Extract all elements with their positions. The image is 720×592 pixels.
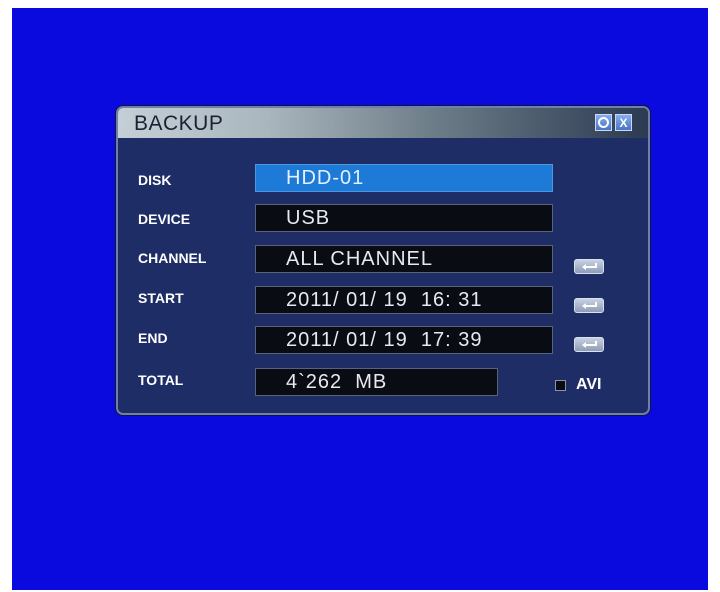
avi-checkbox[interactable]	[555, 380, 566, 391]
title-bar: BACKUP X	[118, 108, 648, 138]
enter-icon	[582, 302, 597, 309]
channel-enter-button[interactable]	[574, 259, 604, 274]
device-select[interactable]: USB	[255, 204, 553, 232]
end-label: END	[138, 330, 168, 346]
close-button[interactable]: X	[615, 114, 632, 131]
screen-background: BACKUP X DISK HDD-01 DEVICE USB CHANNEL …	[12, 8, 708, 590]
home-button[interactable]	[595, 114, 612, 131]
channel-label: CHANNEL	[138, 250, 207, 266]
enter-icon	[582, 263, 597, 270]
dialog-title: BACKUP	[134, 112, 224, 135]
device-label: DEVICE	[138, 211, 191, 227]
disk-label: DISK	[138, 172, 172, 188]
backup-dialog: BACKUP X DISK HDD-01 DEVICE USB CHANNEL …	[116, 106, 650, 415]
total-size-field: 4`262 MB	[255, 368, 498, 396]
avi-label: AVI	[576, 376, 602, 393]
start-label: START	[138, 290, 184, 306]
start-enter-button[interactable]	[574, 298, 604, 313]
enter-icon	[582, 341, 597, 348]
start-time-field[interactable]: 2011/ 01/ 19 16: 31	[255, 286, 553, 314]
end-time-field[interactable]: 2011/ 01/ 19 17: 39	[255, 326, 553, 354]
home-icon	[598, 117, 609, 128]
close-icon: X	[619, 115, 628, 130]
total-label: TOTAL	[138, 372, 184, 388]
channel-select[interactable]: ALL CHANNEL	[255, 245, 553, 273]
disk-select[interactable]: HDD-01	[255, 164, 553, 192]
end-enter-button[interactable]	[574, 337, 604, 352]
